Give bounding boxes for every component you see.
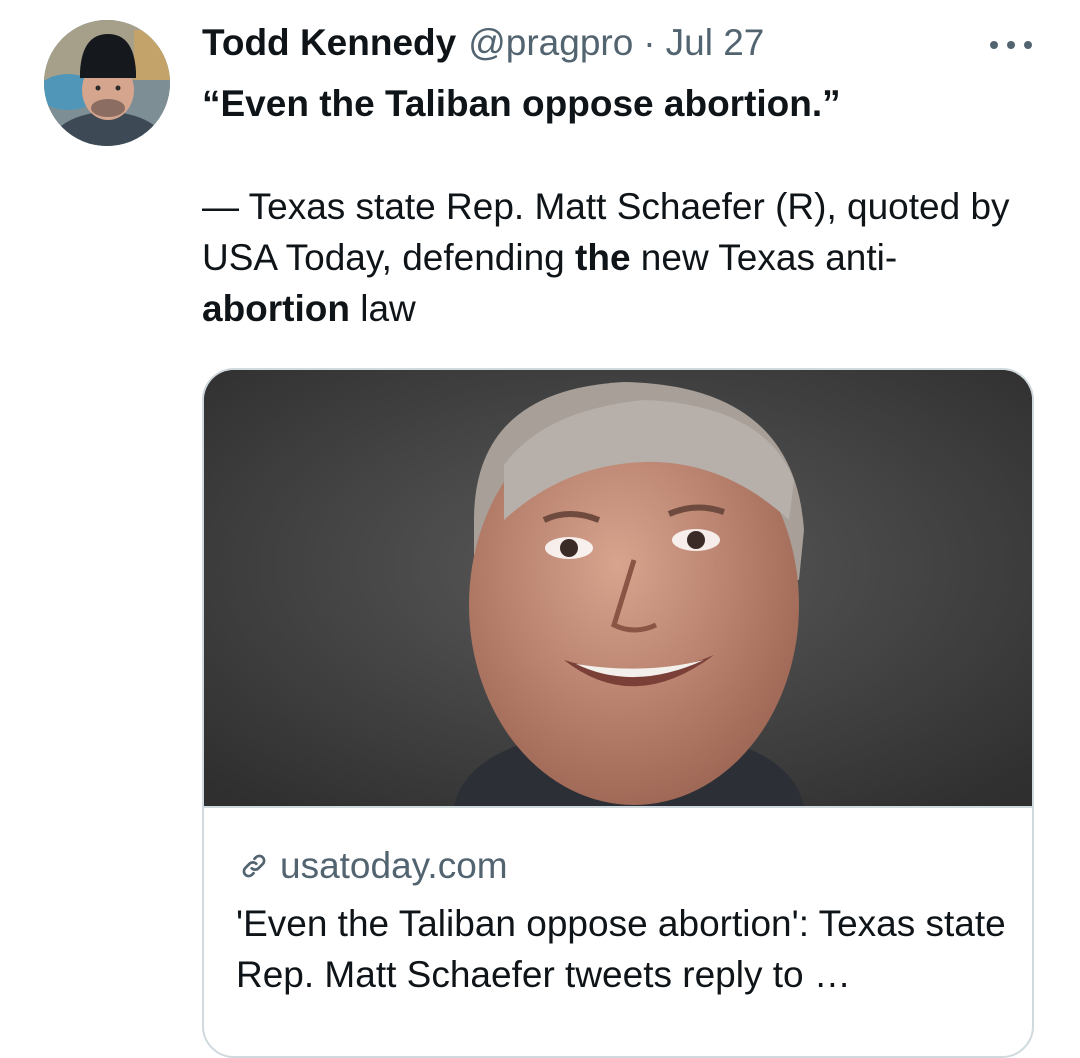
card-image[interactable] [204,370,1032,808]
tweet-quote: “Even the Taliban oppose abortion.” [202,83,841,124]
more-dot [1007,41,1015,49]
avatar[interactable] [44,20,170,146]
attribution-text: law [349,288,416,329]
more-options-button[interactable] [988,30,1034,60]
link-icon [242,854,266,878]
tweet-attribution: — Texas state Rep. Matt Schaefer (R), qu… [202,181,1042,334]
portrait-photo [204,370,1032,806]
attribution-bold-text: the [575,237,631,278]
attribution-text: new Texas anti- [630,237,898,278]
avatar-image [44,20,170,146]
tweet-header: Todd Kennedy @pragpro · Jul 27 [202,22,764,68]
tweet-date[interactable]: Jul 27 [666,22,765,64]
author-name[interactable]: Todd Kennedy [202,22,456,64]
link-preview-card[interactable]: usatoday.com 'Even the Taliban oppose ab… [202,368,1034,1058]
tweet[interactable]: Todd Kennedy @pragpro · Jul 27 “Even the… [0,0,1080,1058]
author-handle[interactable]: @pragpro [468,22,633,64]
more-dot [1024,41,1032,49]
card-meta: usatoday.com 'Even the Taliban oppose ab… [236,842,1016,1000]
header-separator: · [643,22,656,63]
card-domain: usatoday.com [280,845,508,886]
tweet-text: “Even the Taliban oppose abortion.” — Te… [202,78,1042,334]
card-domain-row: usatoday.com [236,842,1016,890]
more-horizontal-icon [990,41,998,49]
attribution-bold-text: abortion [202,288,350,329]
card-title: 'Even the Taliban oppose abortion': Texa… [236,903,1006,995]
